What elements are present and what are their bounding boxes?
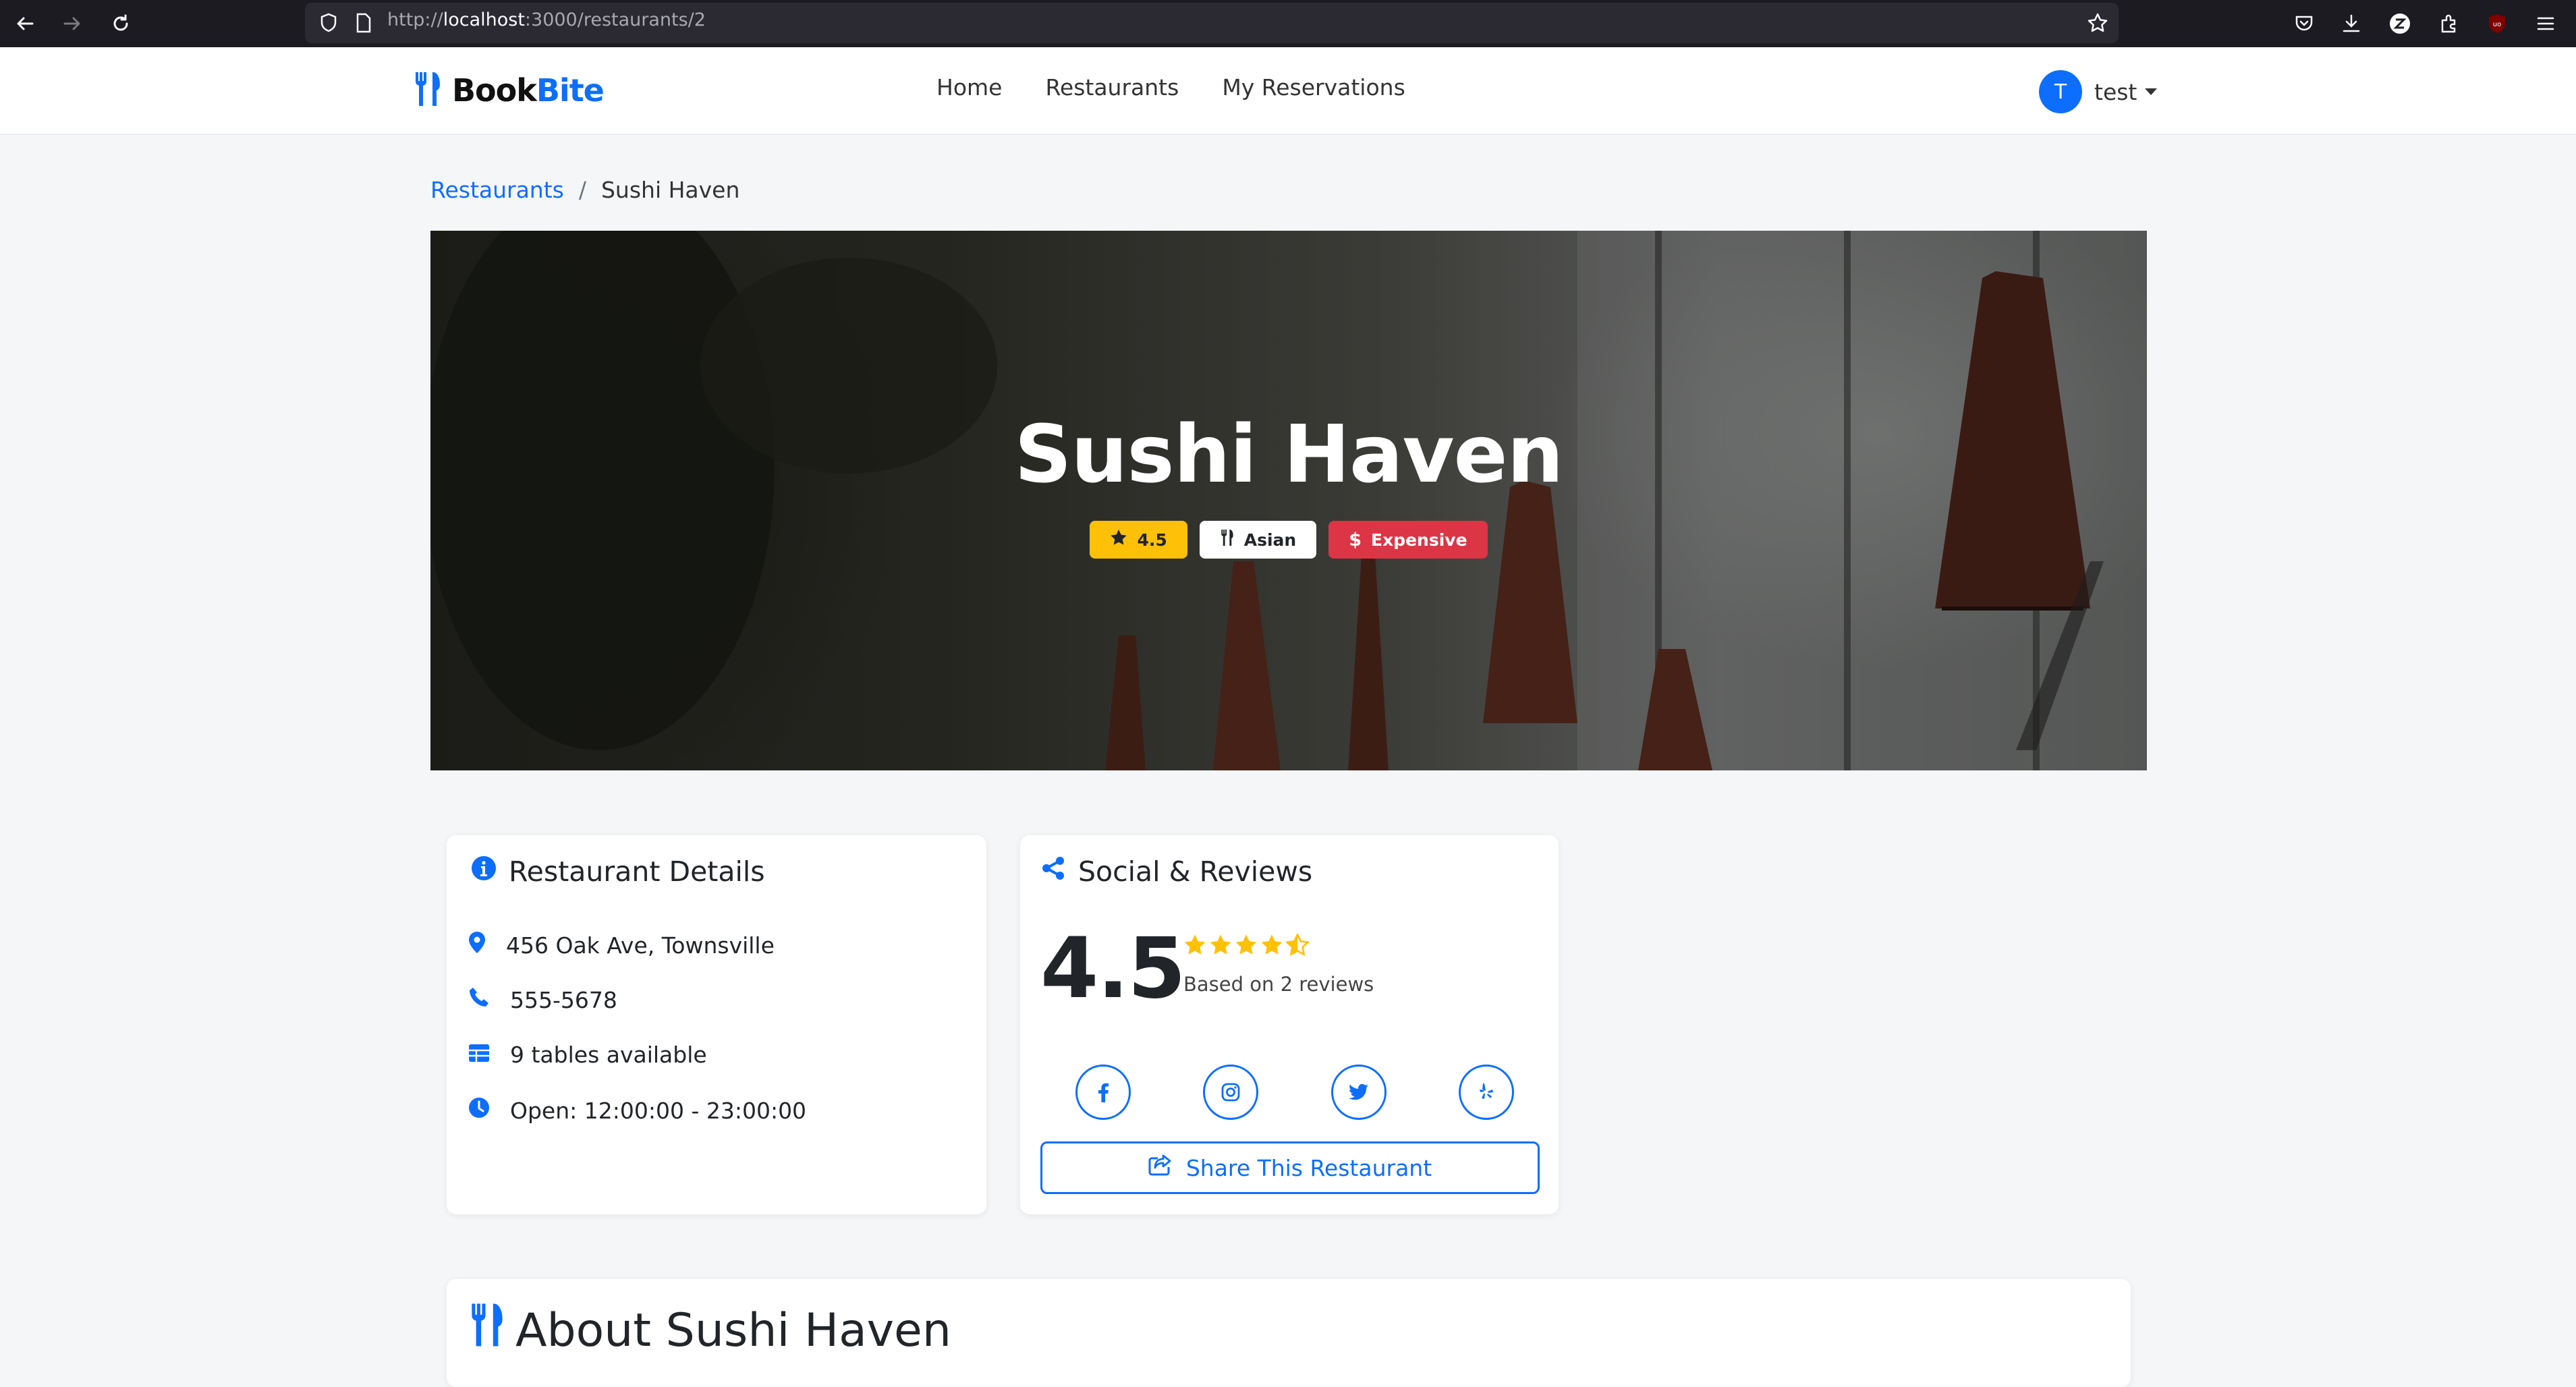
social-heading: Social & Reviews	[1040, 855, 1312, 888]
caret-down-icon	[2145, 88, 2158, 95]
breadcrumb-separator: /	[578, 177, 586, 203]
yelp-icon	[1479, 1083, 1493, 1099]
about-title: About Sushi Haven	[515, 1304, 951, 1357]
breadcrumb-restaurants-link[interactable]: Restaurants	[430, 177, 564, 203]
nav-restaurants[interactable]: Restaurants	[1045, 74, 1179, 101]
rating-badge: 4.5	[1090, 521, 1187, 559]
phone-row: 555-5678	[468, 986, 617, 1013]
brand-logo[interactable]: BookBite	[413, 69, 605, 112]
cuisine-label: Asian	[1243, 530, 1297, 550]
brand-name: BookBite	[452, 72, 605, 109]
reviews-count: Based on 2 reviews	[1183, 973, 1374, 996]
breadcrumb: Restaurants / Sushi Haven	[430, 177, 739, 203]
ublock-icon[interactable]: uo	[2483, 9, 2511, 38]
facebook-icon	[1098, 1083, 1109, 1102]
browser-toolbar: http://localhost:3000/restaurants/2 uo	[0, 0, 2576, 47]
rating-value: 4.5	[1137, 530, 1167, 550]
hours-text: Open: 12:00:00 - 23:00:00	[510, 1097, 807, 1124]
rating-stars	[1183, 934, 1309, 957]
dollar-icon: $	[1349, 529, 1362, 550]
back-icon[interactable]	[11, 9, 39, 38]
map-pin-icon	[468, 931, 486, 959]
clock-icon	[468, 1097, 490, 1124]
pocket-icon[interactable]	[2290, 9, 2318, 38]
star-full-icon	[1261, 934, 1283, 955]
social-links	[1075, 1065, 1514, 1120]
details-title: Restaurant Details	[509, 855, 765, 888]
hero-badges: 4.5 Asian $ Expensive	[430, 521, 2147, 559]
page-icon	[349, 9, 378, 37]
svg-text:uo: uo	[2493, 21, 2501, 28]
main-nav: Home Restaurants My Reservations	[936, 74, 1405, 101]
phone-icon	[468, 986, 490, 1013]
star-full-icon	[1184, 934, 1206, 955]
url-text: http://localhost:3000/restaurants/2	[387, 9, 706, 30]
star-full-icon	[1210, 934, 1231, 955]
restaurant-details-card: Restaurant Details 456 Oak Ave, Townsvil…	[447, 835, 986, 1214]
star-icon	[1110, 529, 1127, 550]
instagram-button[interactable]	[1203, 1065, 1259, 1120]
twitter-button[interactable]	[1331, 1065, 1387, 1120]
breadcrumb-current: Sushi Haven	[600, 177, 740, 203]
utensils-icon	[1220, 529, 1235, 550]
address-text: 456 Oak Ave, Townsville	[506, 932, 775, 959]
user-name: test	[2094, 78, 2137, 105]
price-label: Expensive	[1371, 530, 1467, 550]
share-label: Share This Restaurant	[1185, 1154, 1432, 1181]
menu-icon[interactable]	[2531, 9, 2560, 38]
yelp-button[interactable]	[1458, 1065, 1514, 1120]
instagram-icon	[1221, 1083, 1240, 1102]
nav-my-reservations[interactable]: My Reservations	[1222, 74, 1405, 101]
hero-banner: Sushi Haven 4.5 Asian $ Expensive	[430, 231, 2147, 770]
average-rating: 4.5	[1040, 920, 1186, 1017]
cuisine-badge: Asian	[1199, 521, 1317, 559]
tables-text: 9 tables available	[510, 1042, 707, 1068]
twitter-icon	[1348, 1083, 1368, 1100]
about-card: About Sushi Haven	[447, 1279, 2131, 1387]
restaurant-title: Sushi Haven	[1014, 407, 1563, 501]
extensions-icon[interactable]	[2434, 9, 2463, 38]
tables-row: 9 tables available	[468, 1042, 707, 1068]
social-title: Social & Reviews	[1078, 855, 1313, 888]
utensils-icon	[413, 71, 443, 110]
nav-home[interactable]: Home	[936, 74, 1002, 101]
extension-z-icon[interactable]	[2386, 9, 2414, 38]
star-half-icon	[1286, 934, 1309, 957]
utensils-icon	[468, 1302, 506, 1359]
share-restaurant-button[interactable]: Share This Restaurant	[1040, 1141, 1540, 1194]
avatar: T	[2039, 70, 2082, 113]
user-menu[interactable]: T test	[2039, 70, 2158, 113]
phone-text: 555-5678	[510, 986, 617, 1013]
hero-overlay	[430, 231, 2147, 770]
forward-icon[interactable]	[58, 9, 86, 38]
bookmark-star-icon[interactable]	[2083, 9, 2112, 37]
price-badge: $ Expensive	[1328, 521, 1488, 559]
share-icon	[1148, 1154, 1173, 1181]
share-nodes-icon	[1040, 855, 1066, 888]
shield-icon[interactable]	[314, 9, 343, 37]
details-heading: Restaurant Details	[471, 855, 765, 888]
address-row: 456 Oak Ave, Townsville	[468, 931, 775, 959]
facebook-button[interactable]	[1075, 1065, 1131, 1120]
hours-row: Open: 12:00:00 - 23:00:00	[468, 1097, 806, 1124]
table-icon	[468, 1042, 490, 1068]
social-reviews-card: Social & Reviews 4.5 Based on 2 reviews …	[1020, 835, 1559, 1214]
about-heading: About Sushi Haven	[468, 1302, 951, 1359]
navbar: BookBite Home Restaurants My Reservation…	[0, 47, 2576, 135]
info-circle-icon	[471, 855, 497, 888]
star-full-icon	[1235, 934, 1257, 955]
address-bar[interactable]: http://localhost:3000/restaurants/2	[305, 3, 2119, 43]
reload-icon[interactable]	[107, 9, 135, 38]
download-icon[interactable]	[2337, 9, 2365, 38]
